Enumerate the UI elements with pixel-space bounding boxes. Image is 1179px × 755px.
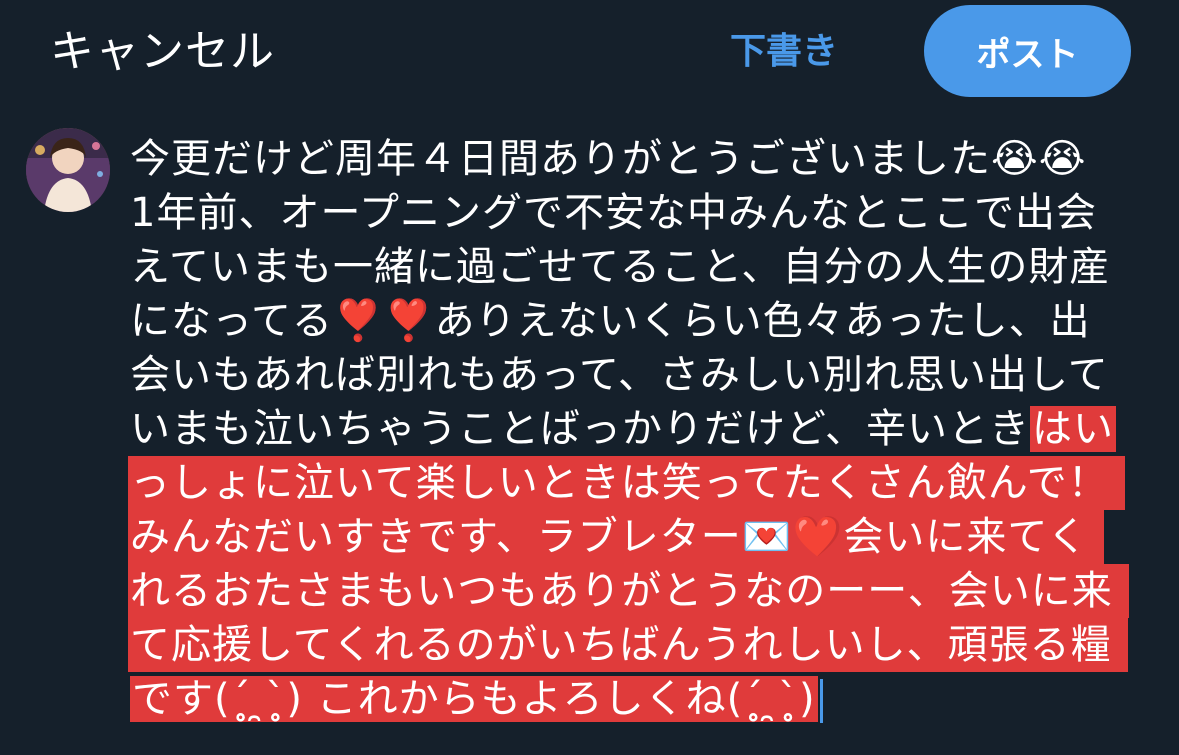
avatar[interactable] bbox=[26, 128, 110, 212]
selected-text[interactable]: っしょに泣いて楽しいときは笑ってたくさん飲んで！ bbox=[128, 456, 1125, 510]
cancel-button[interactable]: キャンセル bbox=[50, 22, 275, 82]
selected-text[interactable]: みんなだいすきです、ラブレター💌❤️会いに来てく bbox=[128, 510, 1105, 564]
composer-line: です(ˊ̥̥ ̯ˋ̥̥) これからもよろしくね(ˊ̥̥ ̯ˋ̥̥) bbox=[130, 672, 1150, 726]
tweet-composer[interactable]: 今更だけど周年４日間ありがとうございました😭😭 1年前、オープニングで不安な中み… bbox=[128, 132, 1150, 726]
composer-line: 会いもあれば別れもあって、さみしい別れ思い出して bbox=[130, 352, 1109, 398]
compose-header: キャンセル 下書き ポスト bbox=[0, 0, 1179, 110]
drafts-button[interactable]: 下書き bbox=[730, 26, 838, 78]
composer-line: っしょに泣いて楽しいときは笑ってたくさん飲んで！ bbox=[128, 456, 1150, 510]
composer-line: 1年前、オープニングで不安な中みんなとここで出会 bbox=[130, 190, 1098, 236]
composer-line: れるおたさまもいつもありがとうなのーー、会いに来 bbox=[128, 564, 1150, 618]
composer-line: えていまも一緒に過ごせてること、自分の人生の財産 bbox=[130, 244, 1111, 290]
selected-text[interactable]: です(ˊ̥̥ ̯ˋ̥̥) これからもよろしくね(ˊ̥̥ ̯ˋ̥̥) bbox=[130, 676, 818, 722]
selected-text[interactable]: て応援してくれるのがいちばんうれしいし、頑張る糧 bbox=[128, 618, 1128, 672]
composer-line: 今更だけど周年４日間ありがとうございました😭😭 bbox=[130, 136, 1087, 182]
post-button[interactable]: ポスト bbox=[924, 5, 1131, 97]
composer-line: いまも泣いちゃうことばっかりだけど、辛いときはい bbox=[130, 406, 1116, 452]
selected-text[interactable]: れるおたさまもいつもありがとうなのーー、会いに来 bbox=[128, 564, 1129, 618]
selected-text[interactable]: はい bbox=[1030, 406, 1116, 452]
composer-line: になってる❣️❣️ありえないくらい色々あったし、出 bbox=[130, 298, 1091, 344]
composer-line: て応援してくれるのがいちばんうれしいし、頑張る糧 bbox=[128, 618, 1150, 672]
composer-line: みんなだいすきです、ラブレター💌❤️会いに来てく bbox=[128, 510, 1150, 564]
text-cursor bbox=[819, 679, 823, 723]
